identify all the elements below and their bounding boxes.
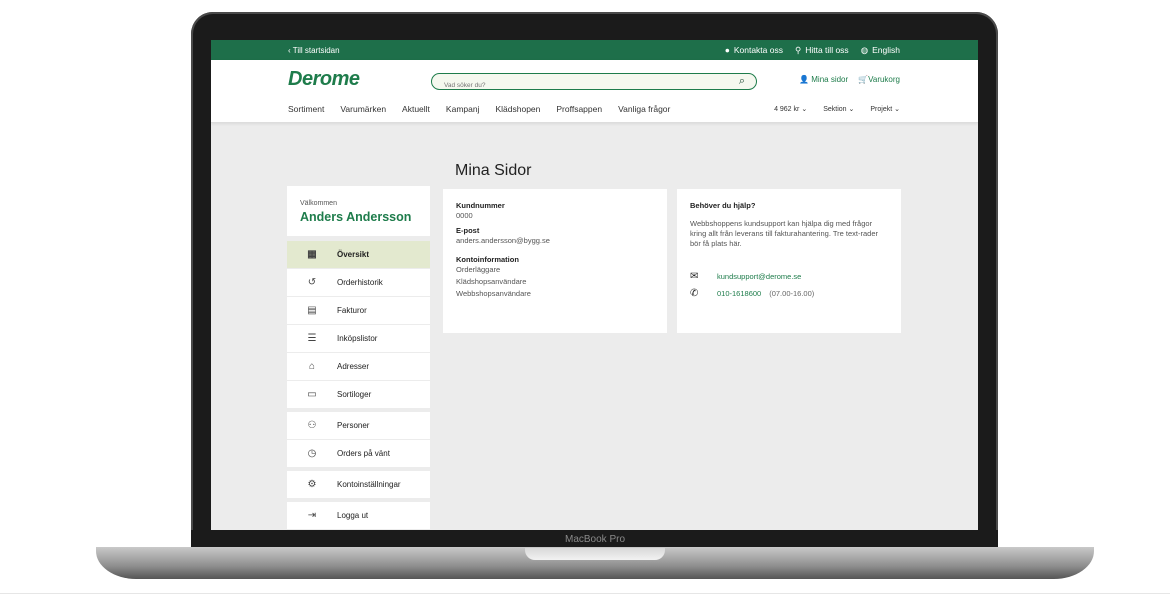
help-phone-row: ✆ 010-1618600 (07.00-16.00) [690,288,888,299]
top-bar: ‹ Till startsidan ● Kontakta oss ⚲ Hitta t… [211,40,978,60]
account-info-label: Kontoinformation [456,255,519,264]
nav-item-varumarken[interactable]: Varumärken [340,104,386,114]
help-title: Behöver du hjälp? [690,201,756,210]
account-info-line: Klädshopsanvändare [456,277,527,286]
nav-item-sortiment[interactable]: Sortiment [288,104,324,114]
sidebar-item-label: Fakturor [337,306,367,315]
sidebar-item-oversikt[interactable]: ▦ Översikt [287,241,430,269]
customer-number-label: Kundnummer [456,201,505,210]
history-icon: ↺ [307,277,317,288]
sidebar-item-orderhistorik[interactable]: ↺ Orderhistorik [287,269,430,297]
help-hours: (07.00-16.00) [769,289,815,298]
sidebar-item-personer[interactable]: ⚇ Personer [287,412,430,440]
project-dropdown[interactable]: Projekt ⌄ [870,105,900,113]
sidebar-item-label: Logga ut [337,511,369,520]
chevron-down-icon: ⌄ [801,106,808,113]
grid-icon: ▦ [307,249,317,260]
sidebar-item-label: Orderhistorik [337,278,383,287]
help-phone-link[interactable]: 010-1618600 [717,289,761,298]
nav-item-proffsappen[interactable]: Proffsappen [556,104,602,114]
sidebar-item-logga-ut[interactable]: ⇥ Logga ut [287,502,430,530]
user-name: Anders Andersson [300,210,412,224]
nav-item-kladshopen[interactable]: Klädshopen [495,104,540,114]
chevron-down-icon: ⌄ [848,106,855,113]
gear-icon: ⚙ [307,479,317,490]
cart-label: Varukorg [868,75,900,84]
device-label: MacBook Pro [564,534,626,545]
help-email-link[interactable]: kundsupport@derome.se [717,272,801,281]
price-label: 4 962 kr [774,106,800,113]
find-us-link[interactable]: ⚲ Hitta till oss [795,45,849,56]
price-dropdown[interactable]: 4 962 kr ⌄ [774,105,807,113]
email-label: E-post [456,226,480,235]
building-icon: ⌂ [308,361,316,372]
help-text: Webbshoppens kundsupport kan hjälpa dig … [690,219,879,248]
clipboard-clock-icon: ◷ [307,448,317,459]
cart-link[interactable]: 🛒Varukorg [858,75,900,84]
welcome-label: Välkommen [300,200,337,207]
document-icon: ▤ [307,305,317,316]
back-label: Till startsidan [292,46,340,55]
nav-item-aktuellt[interactable]: Aktuellt [402,104,430,114]
logout-icon: ⇥ [307,510,317,521]
list-icon: ☰ [307,333,317,344]
back-link[interactable]: ‹ Till startsidan [288,46,340,55]
section-dropdown[interactable]: Sektion ⌄ [823,105,854,113]
email-value: anders.andersson@bygg.se [456,236,550,245]
language-link[interactable]: ◍ English [861,45,900,56]
location-pin-icon: ⚲ [794,45,802,55]
header: Derome ⌕ 👤 Mina sidor 🛒Varukorg Sortimen… [211,60,978,123]
help-card: Behöver du hjälp? Webbshoppens kundsuppo… [677,189,901,333]
my-pages-link[interactable]: 👤 Mina sidor [799,75,848,84]
sidebar: Välkommen Anders Andersson ▦ Översikt ↺ Or… [287,186,430,530]
floor-line [0,593,1170,594]
sidebar-item-fakturor[interactable]: ▤ Fakturor [287,297,430,325]
project-label: Projekt [870,106,893,113]
sidebar-item-label: Orders på vänt [337,449,390,458]
sidebar-item-inkopslistor[interactable]: ☰ Inköpslistor [287,325,430,353]
chevron-down-icon: ⌄ [894,106,900,113]
contact-label: Kontakta oss [733,45,783,55]
nav-item-vanliga-fragor[interactable]: Vanliga frågor [618,104,670,114]
account-info-line: Webbshopsanvändare [456,289,531,298]
laptop-notch [525,548,665,560]
user-icon: 👤 [799,75,810,84]
welcome-box: Välkommen Anders Andersson [287,186,430,236]
account-card: Kundnummer 0000 E-post anders.andersson@… [443,189,667,333]
search-input[interactable] [432,79,726,92]
contact-link[interactable]: ● Kontakta oss [725,45,783,56]
phone-icon: ✆ [690,288,699,299]
customer-number-value: 0000 [456,211,473,220]
my-pages-label: Mina sidor [811,75,849,84]
sidebar-item-label: Inköpslistor [337,334,378,343]
cart-icon: 🛒 [858,75,869,84]
help-email-row: ✉ kundsupport@derome.se [690,271,888,282]
sidebar-item-adresser[interactable]: ⌂ Adresser [287,353,430,381]
sidebar-item-label: Översikt [337,250,370,259]
sidebar-item-label: Kontoinställningar [337,480,401,489]
search-icon[interactable]: ⌕ [739,75,745,88]
language-label: English [872,45,900,55]
logo[interactable]: Derome [288,68,360,91]
sidebar-item-kontoinstallningar[interactable]: ⚙ Kontoinställningar [287,471,430,499]
main-nav: Sortiment Varumärken Aktuellt Kampanj Kl… [288,104,670,114]
chat-icon: ● [724,45,730,55]
book-icon: ▭ [307,389,317,400]
account-info-line: Orderläggare [456,265,501,274]
search-bar: ⌕ [431,73,757,92]
sidebar-item-label: Sortiloger [337,390,372,399]
people-icon: ⚇ [307,420,317,431]
section-label: Sektion [823,106,847,113]
globe-icon: ◍ [860,45,869,55]
sidebar-item-sortiloger[interactable]: ▭ Sortiloger [287,381,430,409]
find-us-label: Hitta till oss [805,45,849,55]
screen: ‹ Till startsidan ● Kontakta oss ⚲ Hitta t… [211,40,978,530]
sidebar-item-label: Personer [337,421,370,430]
page-title: Mina Sidor [455,162,532,179]
sidebar-item-label: Adresser [337,362,370,371]
nav-item-kampanj[interactable]: Kampanj [446,104,480,114]
sidebar-item-orders-pa-vant[interactable]: ◷ Orders på vänt [287,440,430,468]
mail-icon: ✉ [690,271,699,282]
